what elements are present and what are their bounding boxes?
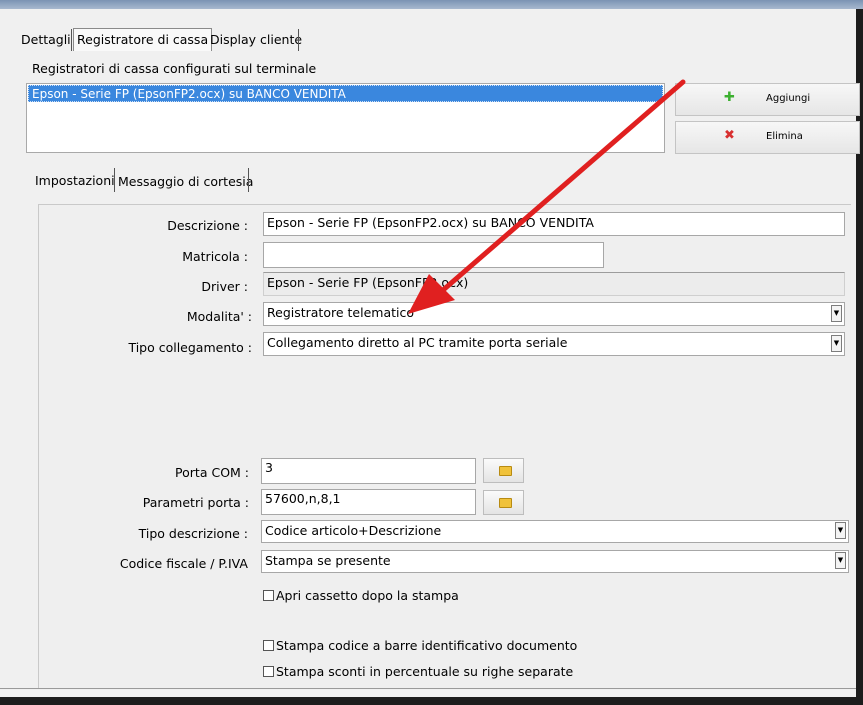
annotation-arrow-line	[439, 79, 686, 294]
annotation-arrow-head	[408, 274, 455, 314]
annotation-arrow	[408, 79, 686, 314]
